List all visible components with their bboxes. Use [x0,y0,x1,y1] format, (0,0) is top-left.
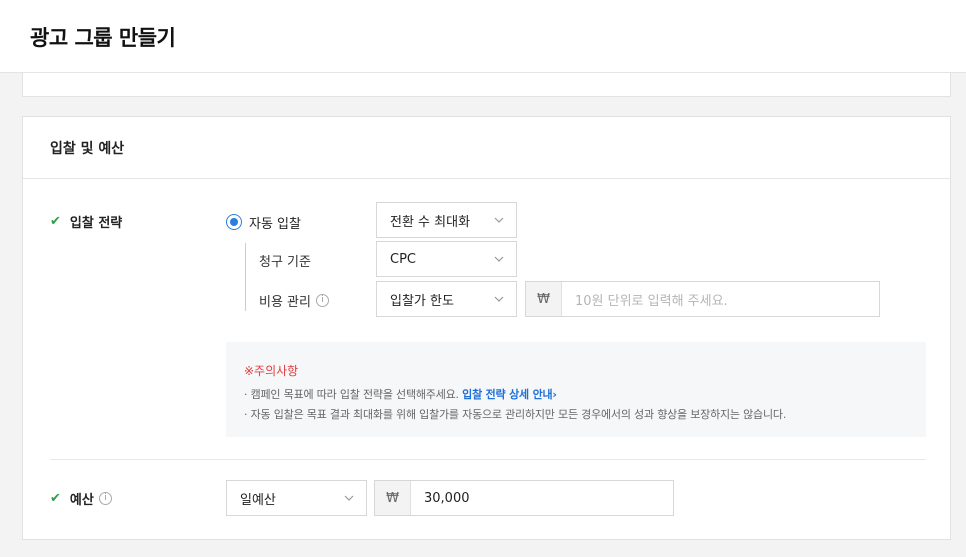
billing-basis-label: 청구 기준 [259,251,311,270]
notice-line-1-text: · 캠페인 목표에 따라 입찰 전략을 선택해주세요. [244,388,459,401]
bid-limit-input-group: ₩ 10원 단위로 입력해 주세요. [525,281,880,317]
budget-label: ✔ 예산 i [50,489,112,508]
cost-control-label: 비용 관리 i [259,291,329,310]
page-title: 광고 그룹 만들기 [30,26,176,50]
row-divider [50,459,926,460]
notice-line-2: · 자동 입찰은 목표 결과 최대화를 위해 입찰가를 자동으로 관리하지만 모… [244,408,787,421]
bid-strategy-guide-link-text: 입찰 전략 상세 안내 [462,388,553,401]
check-icon: ✔ [50,214,61,229]
info-icon[interactable]: i [315,294,329,307]
auto-bid-radio-label[interactable]: 자동 입찰 [249,213,301,232]
billing-basis-select-value: CPC [390,251,416,267]
currency-prefix: ₩ [375,481,411,515]
page-header: 광고 그룹 만들기 [0,0,966,73]
chevron-right-icon: › [552,388,557,401]
info-icon[interactable]: i [98,492,112,505]
notice-title: ※주의사항 [244,364,299,378]
chevron-down-icon [494,215,504,224]
billing-basis-label-text: 청구 기준 [259,255,311,270]
bid-strategy-guide-link[interactable]: 입찰 전략 상세 안내› [462,388,557,401]
cost-control-select-value: 입찰가 한도 [390,293,454,309]
section-title: 입찰 및 예산 [50,141,125,157]
check-icon: ✔ [50,491,61,506]
budget-amount-input-group: ₩ 30,000 [374,480,674,516]
cost-control-label-text: 비용 관리 [259,295,311,310]
budget-type-select-value: 일예산 [240,492,276,508]
chevron-down-icon [344,493,354,502]
notice-box: ※주의사항 · 캠페인 목표에 따라 입찰 전략을 선택해주세요. 입찰 전략 … [226,342,926,437]
bid-strategy-select-value: 전환 수 최대화 [390,214,471,230]
section-divider [23,178,950,179]
cost-control-select[interactable]: 입찰가 한도 [376,281,517,317]
chevron-down-icon [494,294,504,303]
billing-basis-select[interactable]: CPC [376,241,517,277]
bid-strategy-label: ✔ 입찰 전략 [50,212,122,231]
sub-option-guide-line [245,243,246,311]
chevron-down-icon [494,254,504,263]
bid-strategy-label-text: 입찰 전략 [69,216,123,231]
bid-limit-input[interactable]: 10원 단위로 입력해 주세요. [562,282,879,316]
auto-bid-radio[interactable] [226,214,242,230]
budget-amount-input[interactable]: 30,000 [411,481,673,515]
previous-section-card [22,73,951,97]
budget-type-select[interactable]: 일예산 [226,480,367,516]
budget-label-text: 예산 [69,493,94,508]
currency-prefix: ₩ [526,282,562,316]
notice-line-1: · 캠페인 목표에 따라 입찰 전략을 선택해주세요. 입찰 전략 상세 안내› [244,385,926,405]
bidding-budget-card: 입찰 및 예산 ✔ 입찰 전략 자동 입찰 전환 수 최대화 청구 기준 CPC… [22,116,951,540]
bid-strategy-select[interactable]: 전환 수 최대화 [376,202,517,238]
